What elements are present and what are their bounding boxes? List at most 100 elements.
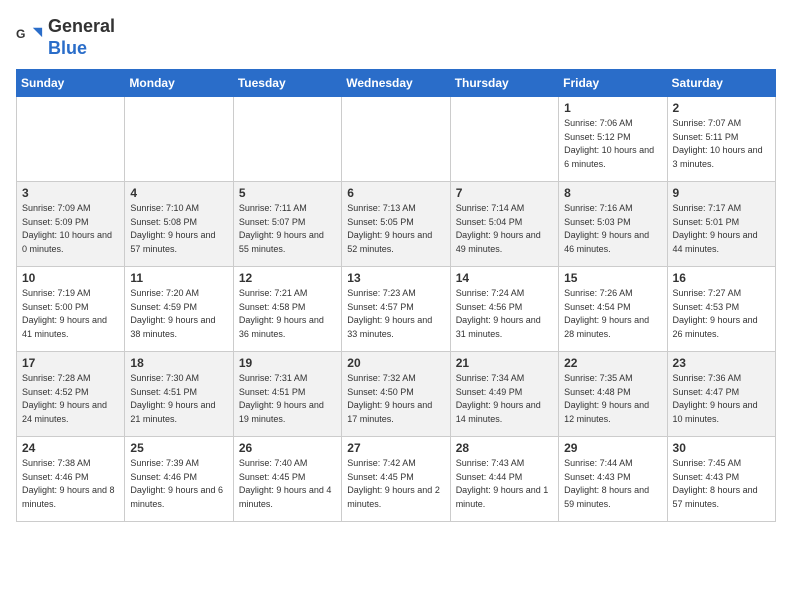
- calendar-cell: 16Sunrise: 7:27 AMSunset: 4:53 PMDayligh…: [667, 267, 775, 352]
- day-info: Sunrise: 7:44 AMSunset: 4:43 PMDaylight:…: [564, 457, 661, 511]
- day-info: Sunrise: 7:34 AMSunset: 4:49 PMDaylight:…: [456, 372, 553, 426]
- calendar-cell: [233, 97, 341, 182]
- calendar-table: SundayMondayTuesdayWednesdayThursdayFrid…: [16, 69, 776, 522]
- day-number: 25: [130, 441, 227, 455]
- day-number: 29: [564, 441, 661, 455]
- logo-text: GeneralBlue: [48, 16, 115, 59]
- day-header-sunday: Sunday: [17, 70, 125, 97]
- day-number: 3: [22, 186, 119, 200]
- day-header-wednesday: Wednesday: [342, 70, 450, 97]
- day-info: Sunrise: 7:35 AMSunset: 4:48 PMDaylight:…: [564, 372, 661, 426]
- day-number: 20: [347, 356, 444, 370]
- calendar-cell: [450, 97, 558, 182]
- day-number: 19: [239, 356, 336, 370]
- calendar-cell: 8 Sunrise: 7:16 AMSunset: 5:03 PMDaylight…: [559, 182, 667, 267]
- day-info: Sunrise: 7:40 AMSunset: 4:45 PMDaylight:…: [239, 457, 336, 511]
- day-info: Sunrise: 7:45 AMSunset: 4:43 PMDaylight:…: [673, 457, 770, 511]
- day-number: 13: [347, 271, 444, 285]
- logo: G GeneralBlue: [16, 16, 115, 59]
- day-number: 1: [564, 101, 661, 115]
- day-info: Sunrise: 7:10 AMSunset: 5:08 PMDaylight:…: [130, 202, 227, 256]
- calendar-cell: 14Sunrise: 7:24 AMSunset: 4:56 PMDayligh…: [450, 267, 558, 352]
- day-number: 17: [22, 356, 119, 370]
- calendar-cell: 2Sunrise: 7:07 AMSunset: 5:11 PMDaylight…: [667, 97, 775, 182]
- day-number: 4: [130, 186, 227, 200]
- day-number: 8: [564, 186, 661, 200]
- calendar-cell: 1 Sunrise: 7:06 AMSunset: 5:12 PMDaylight…: [559, 97, 667, 182]
- day-info: Sunrise: 7:17 AMSunset: 5:01 PMDaylight:…: [673, 202, 770, 256]
- day-number: 30: [673, 441, 770, 455]
- calendar-cell: [125, 97, 233, 182]
- day-info: Sunrise: 7:39 AMSunset: 4:46 PMDaylight:…: [130, 457, 227, 511]
- day-info: Sunrise: 7:11 AMSunset: 5:07 PMDaylight:…: [239, 202, 336, 256]
- day-number: 14: [456, 271, 553, 285]
- calendar-cell: 3 Sunrise: 7:09 AMSunset: 5:09 PMDaylight…: [17, 182, 125, 267]
- day-number: 22: [564, 356, 661, 370]
- day-number: 18: [130, 356, 227, 370]
- calendar-cell: 11 Sunrise: 7:20 AMSunset: 4:59 PMDayligh…: [125, 267, 233, 352]
- calendar-cell: 10 Sunrise: 7:19 AMSunset: 5:00 PMDayligh…: [17, 267, 125, 352]
- day-info: Sunrise: 7:09 AMSunset: 5:09 PMDaylight:…: [22, 202, 119, 256]
- day-info: Sunrise: 7:19 AMSunset: 5:00 PMDaylight:…: [22, 287, 119, 341]
- day-number: 21: [456, 356, 553, 370]
- day-number: 10: [22, 271, 119, 285]
- calendar-cell: 9 Sunrise: 7:17 AMSunset: 5:01 PMDaylight…: [667, 182, 775, 267]
- day-header-monday: Monday: [125, 70, 233, 97]
- day-info: Sunrise: 7:26 AMSunset: 4:54 PMDaylight:…: [564, 287, 661, 341]
- day-info: Sunrise: 7:06 AMSunset: 5:12 PMDaylight:…: [564, 117, 661, 171]
- calendar-cell: 21 Sunrise: 7:34 AMSunset: 4:49 PMDayligh…: [450, 352, 558, 437]
- calendar-cell: 4 Sunrise: 7:10 AMSunset: 5:08 PMDaylight…: [125, 182, 233, 267]
- day-info: Sunrise: 7:31 AMSunset: 4:51 PMDaylight:…: [239, 372, 336, 426]
- calendar-cell: 5 Sunrise: 7:11 AMSunset: 5:07 PMDaylight…: [233, 182, 341, 267]
- day-number: 28: [456, 441, 553, 455]
- calendar-cell: 27Sunrise: 7:42 AMSunset: 4:45 PMDayligh…: [342, 437, 450, 522]
- day-info: Sunrise: 7:23 AMSunset: 4:57 PMDaylight:…: [347, 287, 444, 341]
- day-number: 7: [456, 186, 553, 200]
- calendar-cell: 24 Sunrise: 7:38 AMSunset: 4:46 PMDayligh…: [17, 437, 125, 522]
- day-number: 9: [673, 186, 770, 200]
- day-number: 2: [673, 101, 770, 115]
- day-header-tuesday: Tuesday: [233, 70, 341, 97]
- day-info: Sunrise: 7:38 AMSunset: 4:46 PMDaylight:…: [22, 457, 119, 511]
- day-number: 12: [239, 271, 336, 285]
- calendar-cell: 6 Sunrise: 7:13 AMSunset: 5:05 PMDaylight…: [342, 182, 450, 267]
- calendar-cell: 19 Sunrise: 7:31 AMSunset: 4:51 PMDayligh…: [233, 352, 341, 437]
- calendar-cell: 12 Sunrise: 7:21 AMSunset: 4:58 PMDayligh…: [233, 267, 341, 352]
- calendar-cell: 25 Sunrise: 7:39 AMSunset: 4:46 PMDayligh…: [125, 437, 233, 522]
- day-number: 23: [673, 356, 770, 370]
- day-info: Sunrise: 7:32 AMSunset: 4:50 PMDaylight:…: [347, 372, 444, 426]
- day-info: Sunrise: 7:43 AMSunset: 4:44 PMDaylight:…: [456, 457, 553, 511]
- calendar-cell: 29 Sunrise: 7:44 AMSunset: 4:43 PMDayligh…: [559, 437, 667, 522]
- day-number: 15: [564, 271, 661, 285]
- day-header-thursday: Thursday: [450, 70, 558, 97]
- calendar-cell: 23 Sunrise: 7:36 AMSunset: 4:47 PMDayligh…: [667, 352, 775, 437]
- page-header: G GeneralBlue: [16, 16, 776, 59]
- day-info: Sunrise: 7:13 AMSunset: 5:05 PMDaylight:…: [347, 202, 444, 256]
- day-number: 24: [22, 441, 119, 455]
- calendar-cell: 30 Sunrise: 7:45 AMSunset: 4:43 PMDayligh…: [667, 437, 775, 522]
- calendar-cell: 18 Sunrise: 7:30 AMSunset: 4:51 PMDayligh…: [125, 352, 233, 437]
- calendar-cell: 28 Sunrise: 7:43 AMSunset: 4:44 PMDayligh…: [450, 437, 558, 522]
- day-info: Sunrise: 7:42 AMSunset: 4:45 PMDaylight:…: [347, 457, 444, 511]
- day-info: Sunrise: 7:36 AMSunset: 4:47 PMDaylight:…: [673, 372, 770, 426]
- day-info: Sunrise: 7:20 AMSunset: 4:59 PMDaylight:…: [130, 287, 227, 341]
- day-info: Sunrise: 7:28 AMSunset: 4:52 PMDaylight:…: [22, 372, 119, 426]
- calendar-cell: [17, 97, 125, 182]
- calendar-cell: 20 Sunrise: 7:32 AMSunset: 4:50 PMDayligh…: [342, 352, 450, 437]
- svg-text:G: G: [16, 27, 25, 41]
- day-number: 11: [130, 271, 227, 285]
- day-info: Sunrise: 7:30 AMSunset: 4:51 PMDaylight:…: [130, 372, 227, 426]
- day-number: 6: [347, 186, 444, 200]
- calendar-cell: 26 Sunrise: 7:40 AMSunset: 4:45 PMDayligh…: [233, 437, 341, 522]
- day-info: Sunrise: 7:27 AMSunset: 4:53 PMDaylight:…: [673, 287, 770, 341]
- day-info: Sunrise: 7:21 AMSunset: 4:58 PMDaylight:…: [239, 287, 336, 341]
- calendar-cell: [342, 97, 450, 182]
- day-number: 26: [239, 441, 336, 455]
- day-header-friday: Friday: [559, 70, 667, 97]
- day-info: Sunrise: 7:16 AMSunset: 5:03 PMDaylight:…: [564, 202, 661, 256]
- calendar-cell: 15 Sunrise: 7:26 AMSunset: 4:54 PMDayligh…: [559, 267, 667, 352]
- day-info: Sunrise: 7:14 AMSunset: 5:04 PMDaylight:…: [456, 202, 553, 256]
- calendar-cell: 22 Sunrise: 7:35 AMSunset: 4:48 PMDayligh…: [559, 352, 667, 437]
- day-number: 5: [239, 186, 336, 200]
- day-header-saturday: Saturday: [667, 70, 775, 97]
